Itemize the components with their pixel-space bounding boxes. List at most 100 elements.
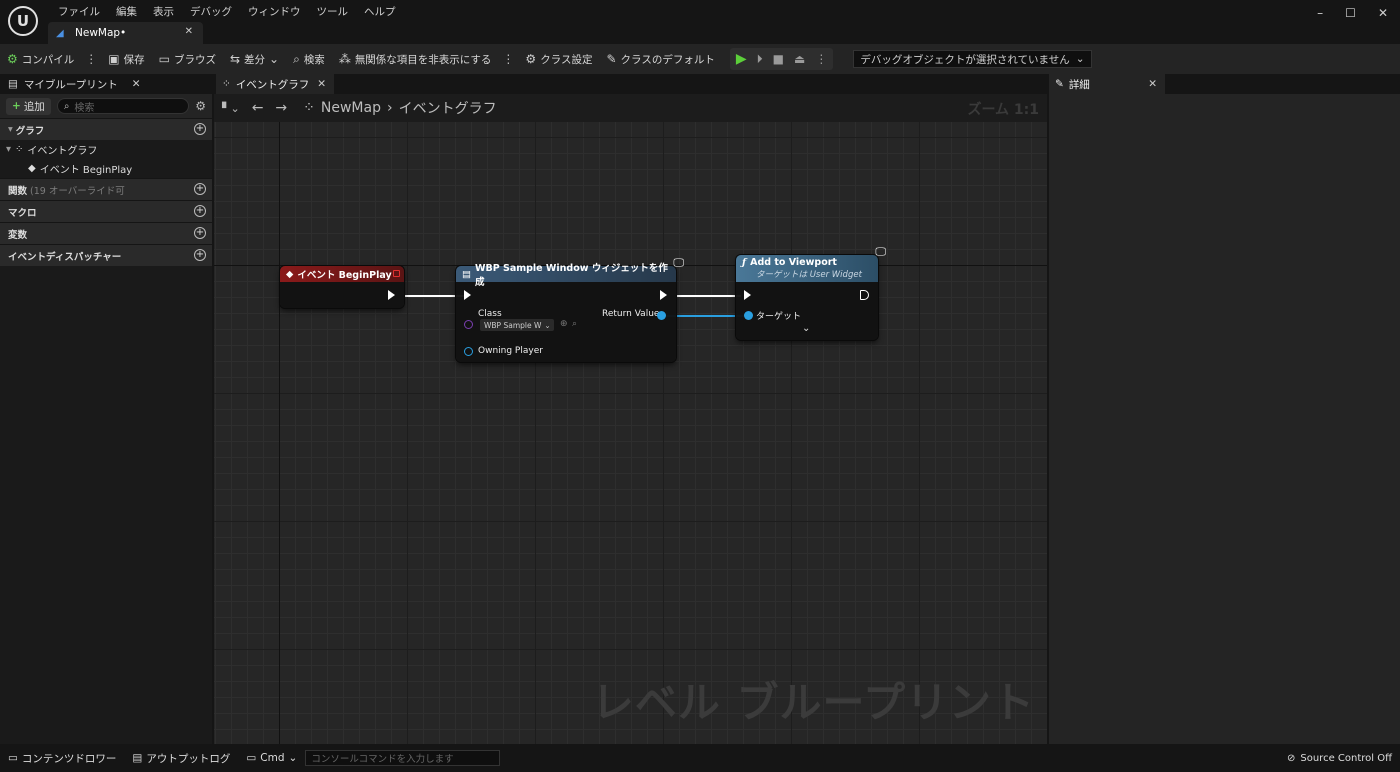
exec-in-pin[interactable] <box>744 290 751 300</box>
gear-icon[interactable]: ⚙ <box>195 99 206 113</box>
class-defaults-label: クラスのデフォルト <box>620 53 715 66</box>
exec-in-pin[interactable] <box>464 290 471 300</box>
close-icon[interactable]: ✕ <box>185 26 193 37</box>
menu-help[interactable]: ヘルプ <box>356 3 404 20</box>
compile-button[interactable]: ⚙ コンパイル <box>0 44 81 74</box>
section-functions[interactable]: 関数 (19 オーバーライド可 + <box>0 178 212 200</box>
add-graph-icon[interactable]: + <box>194 123 206 135</box>
exec-out-pin[interactable] <box>660 290 667 300</box>
close-icon[interactable]: ✕ <box>1148 78 1157 90</box>
exec-out-pin[interactable] <box>860 290 869 300</box>
document-tab-newmap[interactable]: ◢ NewMap• ✕ <box>48 22 203 44</box>
exec-out-pin[interactable] <box>388 290 395 300</box>
chevron-right-icon: › <box>386 100 393 116</box>
pencil-icon: ✎ <box>606 52 617 66</box>
browse-search-icon[interactable]: ⌕ <box>572 319 577 329</box>
monitor-icon: 🖵 <box>673 256 684 269</box>
unreal-logo[interactable]: U <box>8 6 38 36</box>
add-button[interactable]: + 追加 <box>6 97 51 115</box>
browse-button[interactable]: ▭ ブラウズ <box>152 44 223 74</box>
bookmark-icon[interactable]: ▘⌄ <box>222 102 240 115</box>
node-add-to-viewport[interactable]: ƒ Add to Viewport ターゲットは User Widget 🖵 タ… <box>736 245 886 340</box>
play-options-icon[interactable]: ⋮ <box>815 52 827 66</box>
node-create-widget[interactable]: ▤ WBP Sample Window ウィジェットを作成 🖵 Class WB… <box>456 256 684 362</box>
search-icon: ⌕ <box>63 100 70 112</box>
minimize-button[interactable]: – <box>1317 6 1323 20</box>
node-event-begin-play[interactable]: ◆ イベント BeginPlay <box>280 266 404 308</box>
menu-window[interactable]: ウィンドウ <box>240 3 309 20</box>
breadcrumb-root[interactable]: NewMap <box>321 100 381 116</box>
eject-icon[interactable]: ⏏ <box>794 52 805 66</box>
cmd-select[interactable]: ▭ Cmd ⌄ <box>238 744 305 772</box>
console-command-input[interactable]: コンソールコマンドを入力します <box>305 750 501 766</box>
search-icon: ⌕ <box>293 51 300 66</box>
section-graphs[interactable]: ▾ グラフ + <box>0 118 212 140</box>
add-function-icon[interactable]: + <box>194 183 206 195</box>
diff-button[interactable]: ⇆ 差分 ⌄ <box>223 44 286 74</box>
section-dispatchers-label: イベントディスパッチャー <box>8 251 122 263</box>
close-icon[interactable]: ✕ <box>317 78 326 90</box>
menu-tools[interactable]: ツール <box>309 3 357 20</box>
search-button[interactable]: ⌕ 検索 <box>286 44 332 74</box>
section-variables[interactable]: 変数 + <box>0 222 212 244</box>
output-log-button[interactable]: ▤ アウトプットログ <box>124 744 238 772</box>
more-options-icon[interactable]: ⋮ <box>498 52 518 66</box>
add-dispatcher-icon[interactable]: + <box>194 249 206 261</box>
content-drawer-button[interactable]: ▭ コンテンツドロワー <box>0 744 124 772</box>
compile-options-icon[interactable]: ⋮ <box>81 52 101 66</box>
class-select[interactable]: WBP Sample W ⌄ <box>480 319 554 331</box>
graph-icon: ⁘ <box>222 78 231 90</box>
level-blueprint-icon: ◢ <box>56 27 64 39</box>
return-value-pin[interactable] <box>657 311 666 320</box>
hide-unrelated-button[interactable]: ⁂ 無関係な項目を非表示にする <box>332 44 499 74</box>
close-icon[interactable]: ✕ <box>132 78 141 90</box>
node-header: ƒ Add to Viewport ターゲットは User Widget <box>736 255 878 282</box>
graph-icon: ⁘ <box>15 144 24 155</box>
play-icon[interactable]: ▶ <box>736 51 747 67</box>
menu-view[interactable]: 表示 <box>145 3 182 20</box>
tab-my-blueprint[interactable]: ▤ マイブループリント ✕ <box>0 74 212 94</box>
monitor-icon: 🖵 <box>875 245 886 258</box>
source-control-off-icon: ⊘ <box>1286 752 1296 764</box>
console-icon: ▭ <box>246 752 257 764</box>
add-label: 追加 <box>23 100 45 113</box>
back-arrow-icon[interactable]: ← <box>252 100 264 116</box>
class-defaults-button[interactable]: ✎ クラスのデフォルト <box>599 44 721 74</box>
begin-play-label: イベント BeginPlay <box>39 165 133 176</box>
status-bar: ▭ コンテンツドロワー ▤ アウトプットログ ▭ Cmd ⌄ コンソールコマンド… <box>0 744 1400 772</box>
maximize-button[interactable]: ☐ <box>1345 6 1356 20</box>
tree-item-begin-play[interactable]: ◆ イベント BeginPlay <box>0 159 212 178</box>
source-control-button[interactable]: ⊘ Source Control Off <box>1287 744 1392 772</box>
target-pin[interactable] <box>744 311 753 320</box>
level-blueprint-watermark: レベル ブループリント <box>591 678 1035 727</box>
class-pin[interactable] <box>464 320 473 329</box>
chevron-down-icon[interactable]: ⌄ <box>802 323 810 334</box>
document-tab-label: NewMap• <box>75 27 127 39</box>
add-macro-icon[interactable]: + <box>194 205 206 217</box>
section-dispatchers[interactable]: イベントディスパッチャー + <box>0 244 212 266</box>
add-variable-icon[interactable]: + <box>194 227 206 239</box>
delegate-pin[interactable] <box>393 270 400 277</box>
menu-bar: ファイル 編集 表示 デバッグ ウィンドウ ツール ヘルプ <box>50 3 404 20</box>
menu-edit[interactable]: 編集 <box>108 3 145 20</box>
debug-object-select[interactable]: デバッグオブジェクトが選択されていません ⌄ <box>853 50 1092 68</box>
forward-arrow-icon[interactable]: → <box>275 100 287 116</box>
grid-origin-vertical <box>279 122 280 744</box>
save-button[interactable]: ▣ 保存 <box>101 44 151 74</box>
stop-icon[interactable]: ■ <box>773 52 784 66</box>
graph-canvas[interactable]: ◆ イベント BeginPlay ▤ WBP Sample Window ウィジ… <box>214 122 1047 744</box>
section-macros-label: マクロ <box>8 207 37 219</box>
data-wire <box>666 315 744 317</box>
use-selected-icon[interactable]: ⊕ <box>560 319 568 329</box>
tree-item-event-graph[interactable]: ▾ ⁘ イベントグラフ <box>0 140 212 159</box>
class-settings-button[interactable]: ⚙ クラス設定 <box>518 44 599 74</box>
my-blueprint-search-input[interactable]: ⌕ 検索 <box>56 98 190 114</box>
menu-debug[interactable]: デバッグ <box>182 3 240 20</box>
menu-file[interactable]: ファイル <box>50 3 108 20</box>
tab-event-graph[interactable]: ⁘ イベントグラフ ✕ <box>216 74 334 94</box>
tab-details[interactable]: ✎ 詳細 ✕ <box>1049 74 1165 94</box>
close-window-button[interactable]: ✕ <box>1378 6 1388 20</box>
step-icon[interactable]: ⏵ <box>757 52 763 67</box>
owning-player-pin[interactable] <box>464 347 473 356</box>
section-macros[interactable]: マクロ + <box>0 200 212 222</box>
